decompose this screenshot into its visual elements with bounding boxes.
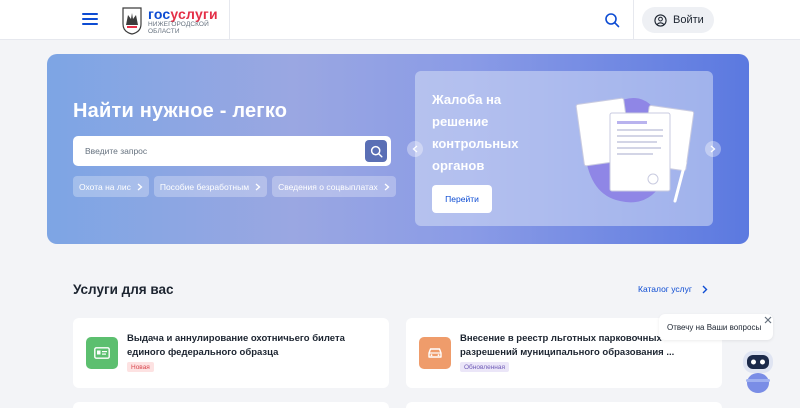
chevron-left-icon xyxy=(412,145,418,153)
close-icon[interactable] xyxy=(764,316,772,324)
header-divider-left xyxy=(229,0,230,40)
robot-assistant-icon[interactable] xyxy=(740,347,776,395)
search-icon[interactable] xyxy=(604,12,620,28)
promo-title: Жалоба на решение контрольных органов xyxy=(432,92,519,173)
catalog-label: Каталог услуг xyxy=(638,284,692,294)
quick-link-chip[interactable]: Пособие безработным xyxy=(153,176,268,197)
region-line-1: Нижегородской xyxy=(148,21,209,28)
service-card-partial[interactable] xyxy=(406,402,722,408)
status-badge: Новая xyxy=(127,362,154,372)
quick-links: Охота на лис Пособие безработным Сведени… xyxy=(73,176,401,197)
status-badge: Обновленная xyxy=(460,362,510,372)
user-icon xyxy=(654,13,667,27)
login-label: Войти xyxy=(673,14,704,26)
services-catalog-link[interactable]: Каталог услуг xyxy=(638,284,708,294)
hero-search-box xyxy=(73,136,391,166)
brand-name: госуслуги xyxy=(148,6,218,22)
top-header: госуслуги Нижегородской области Войти xyxy=(0,0,800,40)
carousel-prev-button[interactable] xyxy=(407,141,423,157)
quick-link-chip[interactable]: Охота на лис xyxy=(73,176,149,197)
hamburger-menu-icon[interactable] xyxy=(82,13,98,25)
chevron-right-icon xyxy=(710,145,716,153)
hero-title: Найти нужное - легко xyxy=(73,100,288,122)
header-divider-right xyxy=(633,0,634,40)
promo-slide: Жалоба на решение контрольных органов Пе… xyxy=(415,71,713,226)
search-submit-button[interactable] xyxy=(365,140,387,162)
id-card-icon xyxy=(94,347,110,359)
chevron-right-icon xyxy=(137,183,143,190)
carousel-next-button[interactable] xyxy=(705,141,721,157)
documents-illustration-icon xyxy=(575,97,695,203)
hero-banner: Найти нужное - легко Охота на лис Пособи… xyxy=(47,54,749,244)
chevron-right-icon xyxy=(255,183,261,190)
chevron-right-icon xyxy=(384,183,390,190)
service-card[interactable]: Выдача и аннулирование охотничьего билет… xyxy=(73,318,389,388)
services-section-title: Услуги для вас xyxy=(73,282,174,297)
region-line-2: области xyxy=(148,28,180,35)
car-icon xyxy=(428,348,442,358)
search-icon xyxy=(370,145,383,158)
search-input[interactable] xyxy=(73,136,359,166)
quick-link-chip[interactable]: Сведения о соцвыплатах xyxy=(272,176,396,197)
chip-label: Сведения о соцвыплатах xyxy=(278,181,378,192)
service-card-partial[interactable] xyxy=(73,402,389,408)
login-button[interactable]: Войти xyxy=(642,7,714,33)
service-card-title: Выдача и аннулирование охотничьего билет… xyxy=(127,333,345,358)
card-icon-tile xyxy=(86,337,118,369)
chat-bubble-text: Отвечу на Ваши вопросы xyxy=(667,322,762,332)
gosuslugi-logo[interactable]: госуслуги Нижегородской области xyxy=(122,6,218,36)
promo-go-button[interactable]: Перейти xyxy=(432,185,492,213)
chip-label: Пособие безработным xyxy=(159,181,250,192)
card-icon-tile xyxy=(419,337,451,369)
chat-bubble[interactable]: Отвечу на Ваши вопросы xyxy=(659,314,773,340)
region-emblem-icon xyxy=(122,7,142,35)
chip-label: Охота на лис xyxy=(79,181,131,192)
chevron-right-icon xyxy=(702,285,708,293)
